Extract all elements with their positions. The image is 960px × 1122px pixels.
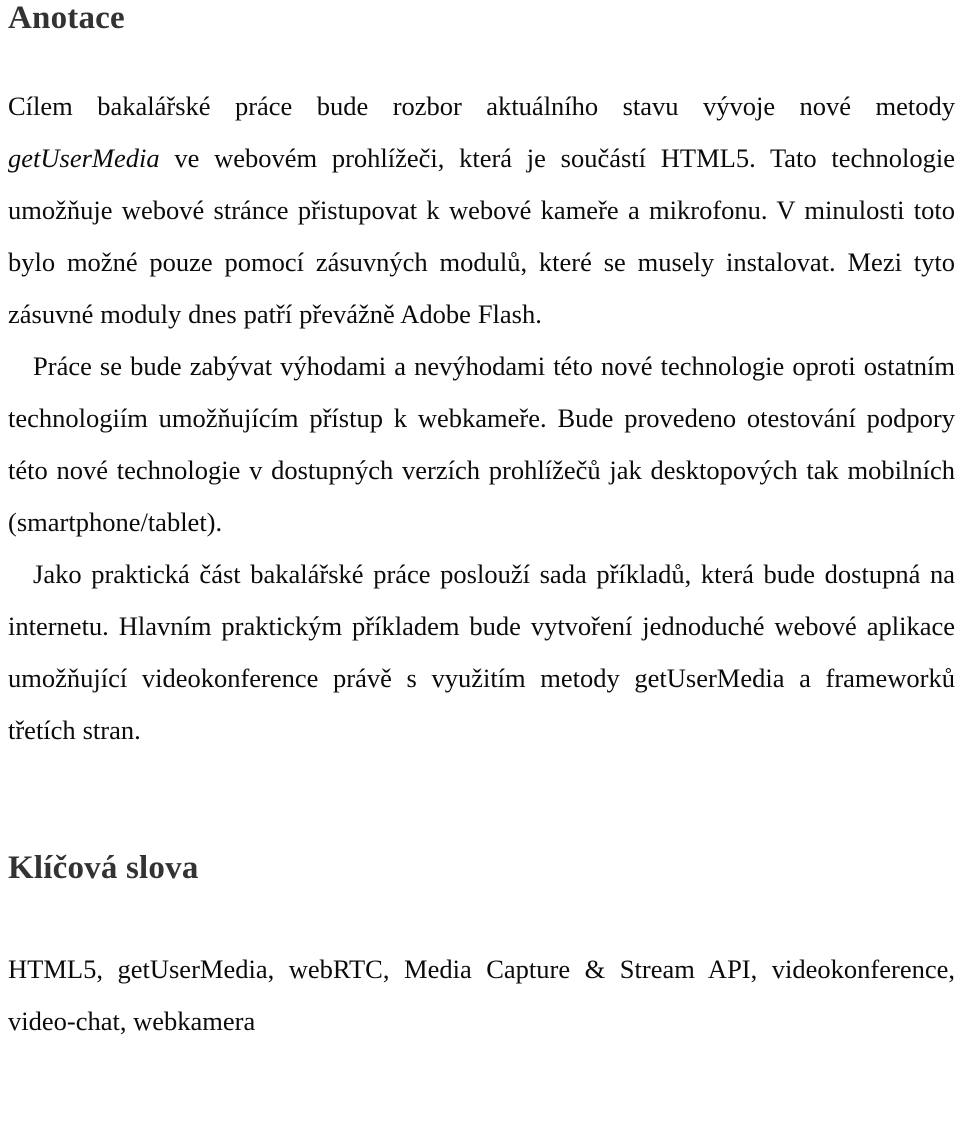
- keywords-list-text: HTML5, getUserMedia, webRTC, Media Captu…: [8, 954, 955, 1036]
- paragraph-3-run-1: Jako praktická část bakalářské práce pos…: [8, 559, 955, 745]
- paragraph-2-run-1: Práce se bude zabývat výhodami a nevýhod…: [8, 351, 955, 537]
- page-title-anotace: Anotace: [8, 0, 125, 36]
- paragraph-2: Práce se bude zabývat výhodami a nevýhod…: [8, 340, 955, 548]
- abstract-body: Cílem bakalářské práce bude rozbor aktuá…: [8, 80, 955, 756]
- paragraph-1-run-1: Cílem bakalářské práce bude rozbor aktuá…: [8, 91, 955, 121]
- paragraph-3: Jako praktická část bakalářské práce pos…: [8, 548, 955, 756]
- keywords-paragraph: HTML5, getUserMedia, webRTC, Media Captu…: [8, 943, 955, 1047]
- document-page: Anotace Cílem bakalářské práce bude rozb…: [0, 0, 960, 1120]
- section-keywords: Klíčová slova HTML5, getUserMedia, webRT…: [8, 848, 955, 1047]
- paragraph-1-emphasis-getusermedia: getUserMedia: [8, 143, 160, 173]
- keywords-body: HTML5, getUserMedia, webRTC, Media Captu…: [8, 943, 955, 1047]
- paragraph-1: Cílem bakalářské práce bude rozbor aktuá…: [8, 80, 955, 340]
- section-abstract: Anotace Cílem bakalářské práce bude rozb…: [8, 0, 955, 756]
- page-title-klicova-slova: Klíčová slova: [8, 850, 199, 886]
